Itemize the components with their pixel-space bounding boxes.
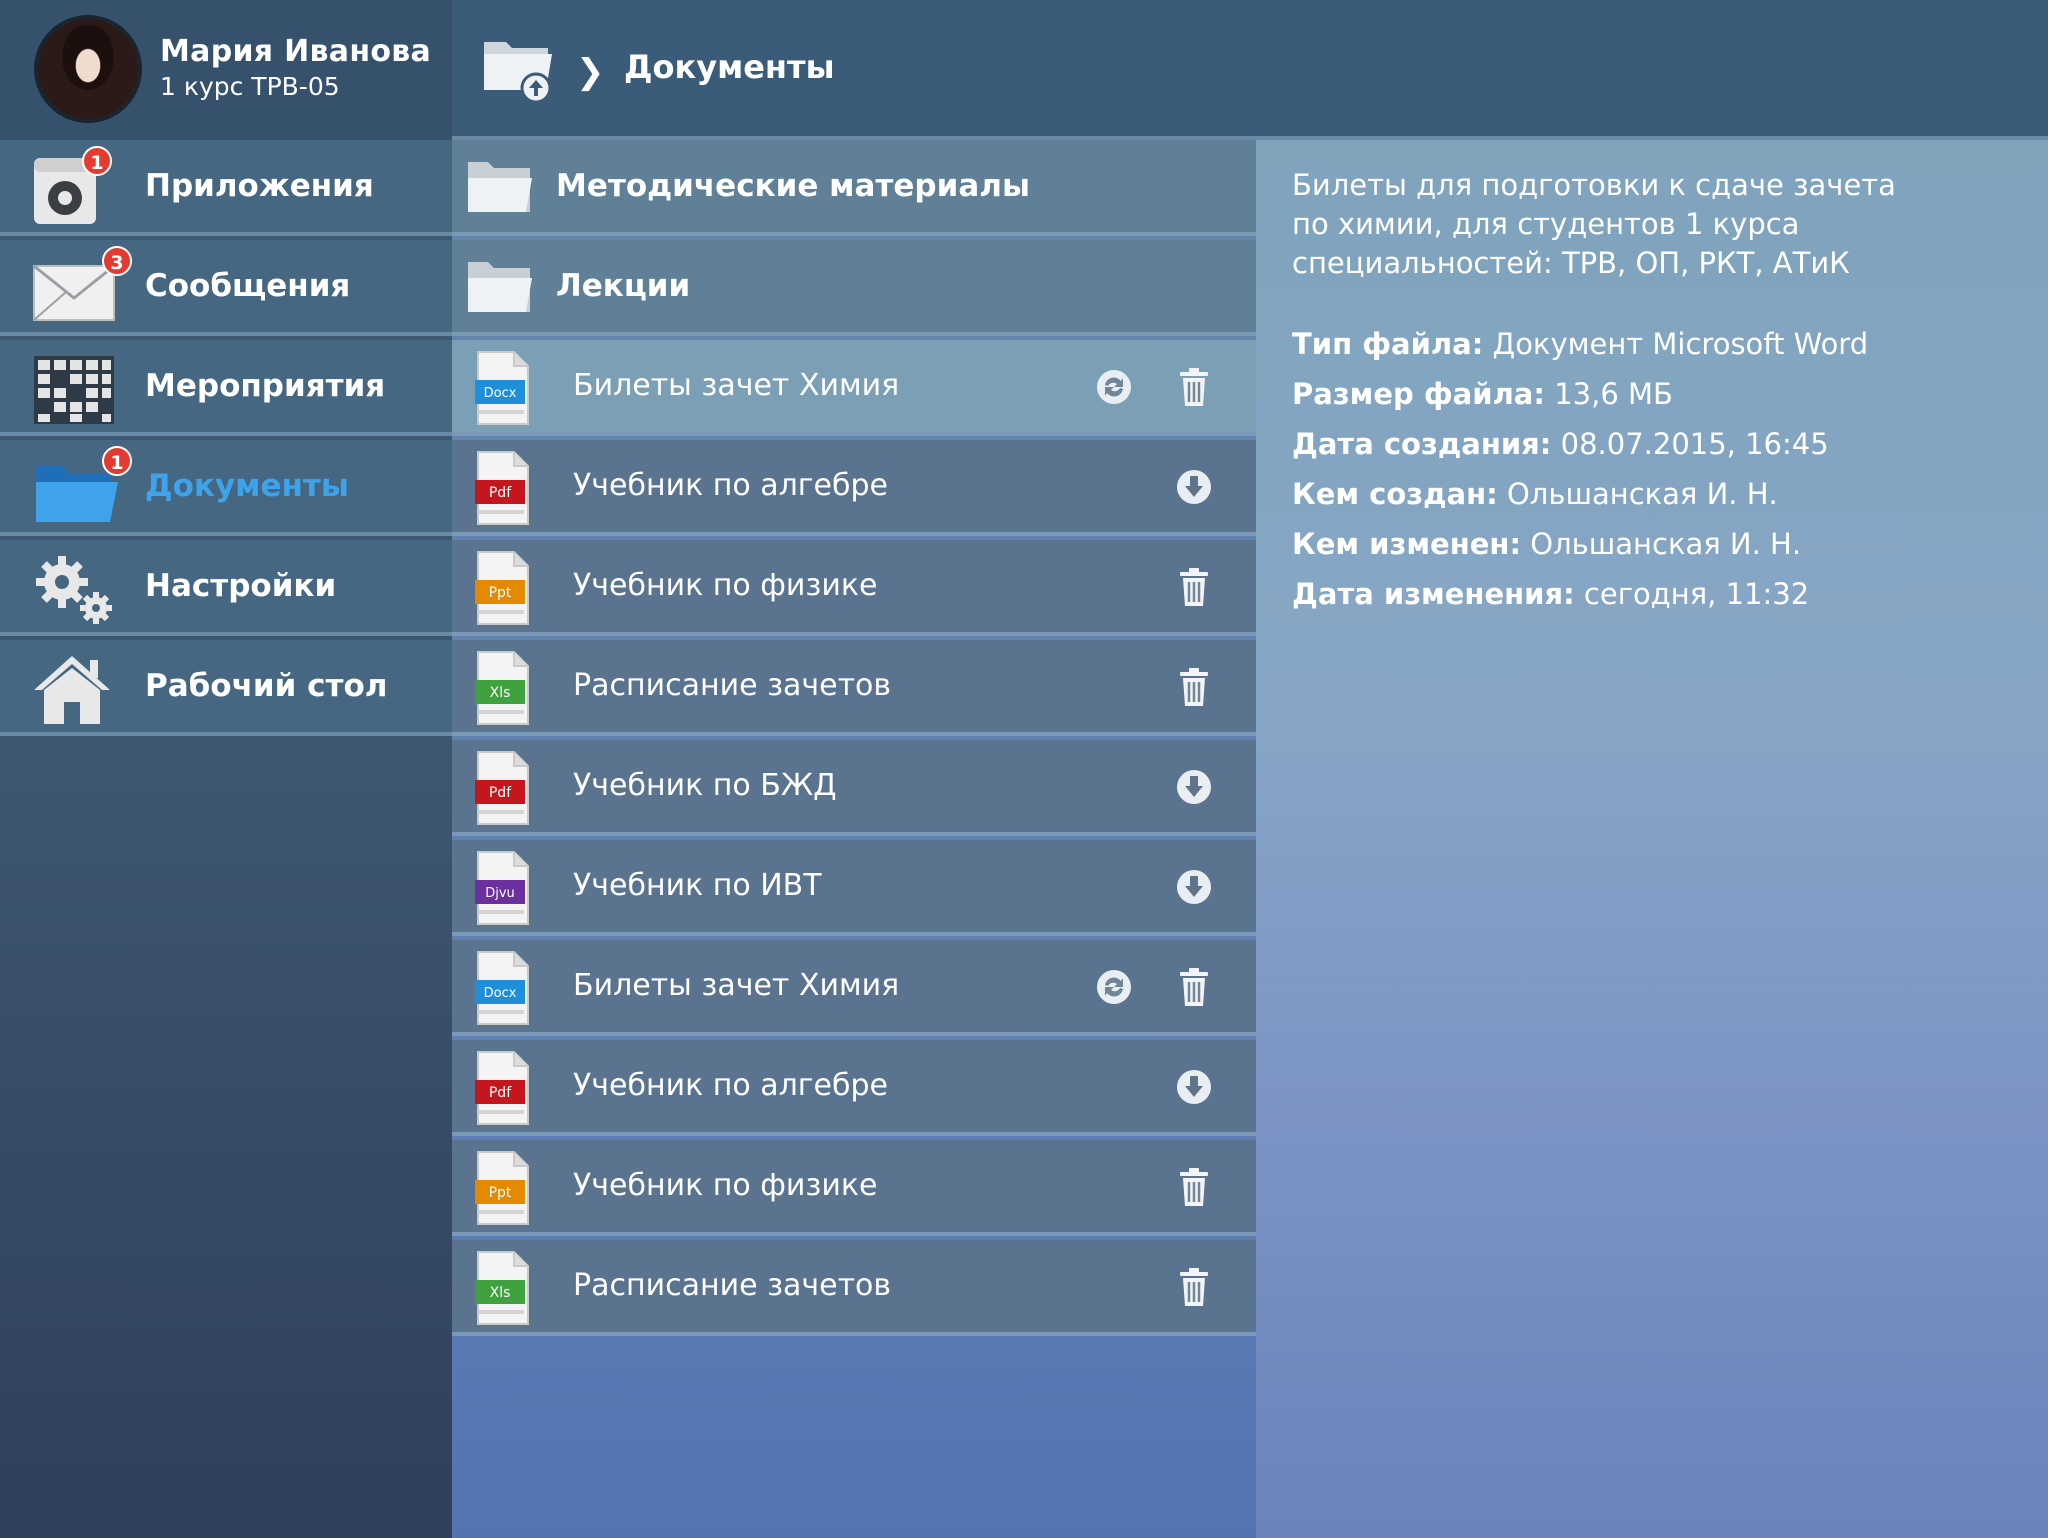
sidebar-item-label: Рабочий стол — [145, 668, 388, 704]
avatar — [34, 15, 142, 123]
user-group: 1 курс ТРВ-05 — [160, 72, 340, 101]
file-type-label: Pdf — [489, 785, 512, 801]
file-type-icon: Pdf — [475, 1051, 529, 1125]
sidebar-item-desktop[interactable]: Рабочий стол — [0, 640, 452, 736]
sidebar-item-label: Мероприятия — [145, 368, 386, 404]
file-type-icon: Pdf — [475, 751, 529, 825]
download-icon[interactable] — [1174, 766, 1214, 808]
file-name: Учебник по алгебре — [573, 468, 889, 503]
file-type-label: Ppt — [489, 585, 512, 601]
sidebar-item-documents[interactable]: 1 Документы — [0, 440, 452, 536]
property-file-type: Тип файла: Документ Microsoft Word — [1292, 327, 1869, 361]
badge-count: 1 — [102, 446, 132, 476]
file-row[interactable]: Pdf Учебник по алгебре — [452, 1040, 1256, 1136]
file-details-panel: Билеты для подготовки к сдаче зачета по … — [1256, 140, 2048, 1538]
file-name: Учебник по физике — [573, 568, 878, 603]
file-type-icon: Xls — [475, 1251, 529, 1325]
home-icon — [34, 656, 110, 724]
file-name: Учебник по алгебре — [573, 1068, 889, 1103]
file-row[interactable]: Xls Расписание зачетов — [452, 640, 1256, 736]
file-description: Билеты для подготовки к сдаче зачета по … — [1292, 168, 1896, 280]
folder-label: Лекции — [556, 268, 691, 304]
badge-count: 3 — [102, 246, 132, 276]
sidebar-item-label: Приложения — [145, 168, 374, 204]
file-type-icon: Djvu — [475, 851, 529, 925]
file-list: Методические материалы Лекции Docx Билеты… — [452, 140, 1256, 1538]
chevron-right-icon: ❯ — [576, 52, 605, 92]
file-type-icon: Pdf — [475, 451, 529, 525]
file-row[interactable]: Ppt Учебник по физике — [452, 540, 1256, 636]
file-type-label: Ppt — [489, 1185, 512, 1201]
property-created-by: Кем создан: Ольшанская И. Н. — [1292, 477, 1778, 511]
folder-row-methodical[interactable]: Методические материалы — [452, 140, 1256, 236]
file-row[interactable]: Xls Расписание зачетов — [452, 1240, 1256, 1336]
sidebar: Мария Иванова 1 курс ТРВ-05 1 Приложения… — [0, 0, 452, 1538]
sidebar-item-applications[interactable]: 1 Приложения — [0, 140, 452, 236]
download-icon[interactable] — [1174, 866, 1214, 908]
trash-icon[interactable] — [1174, 966, 1214, 1008]
file-type-label: Pdf — [489, 1085, 512, 1101]
file-type-label: Pdf — [489, 485, 512, 501]
sidebar-item-label: Документы — [145, 468, 349, 504]
download-icon[interactable] — [1174, 1066, 1214, 1108]
file-type-label: Xls — [490, 685, 511, 701]
sync-icon[interactable] — [1094, 966, 1134, 1008]
user-name: Мария Иванова — [160, 34, 432, 69]
file-type-icon: Xls — [475, 651, 529, 725]
sync-icon[interactable] — [1094, 366, 1134, 408]
badge-count: 1 — [82, 146, 112, 176]
calendar-grid-icon — [34, 356, 114, 424]
file-name: Учебник по физике — [573, 1168, 878, 1203]
property-file-size: Размер файла: 13,6 МБ — [1292, 377, 1673, 411]
trash-icon[interactable] — [1174, 566, 1214, 608]
sidebar-item-label: Настройки — [145, 568, 337, 604]
sidebar-item-messages[interactable]: 3 Сообщения — [0, 240, 452, 336]
gears-icon — [36, 556, 112, 624]
file-row[interactable]: Ppt Учебник по физике — [452, 1140, 1256, 1236]
trash-icon[interactable] — [1174, 1166, 1214, 1208]
file-name: Учебник по ИВТ — [573, 868, 822, 903]
sidebar-item-settings[interactable]: Настройки — [0, 540, 452, 636]
folder-icon — [468, 162, 532, 212]
folder-label: Методические материалы — [556, 168, 1030, 204]
file-type-label: Djvu — [485, 886, 515, 901]
file-row[interactable]: Pdf Учебник по алгебре — [452, 440, 1256, 536]
file-type-label: Xls — [490, 1285, 511, 1301]
file-row[interactable]: Docx Билеты зачет Химия — [452, 340, 1256, 436]
header-bar: ❯ Документы — [452, 0, 2048, 140]
file-type-icon: Ppt — [475, 1151, 529, 1225]
file-row[interactable]: Pdf Учебник по БЖД — [452, 740, 1256, 836]
file-name: Расписание зачетов — [573, 1268, 892, 1303]
property-created-date: Дата создания: 08.07.2015, 16:45 — [1292, 427, 1829, 461]
file-properties: Тип файла: Документ Microsoft Word Разме… — [1292, 319, 2048, 619]
property-modified-date: Дата изменения: сегодня, 11:32 — [1292, 577, 1810, 611]
breadcrumb[interactable]: Документы — [624, 48, 835, 86]
file-row[interactable]: Djvu Учебник по ИВТ — [452, 840, 1256, 936]
file-type-icon: Ppt — [475, 551, 529, 625]
trash-icon[interactable] — [1174, 666, 1214, 708]
file-name: Расписание зачетов — [573, 668, 892, 703]
file-row[interactable]: Docx Билеты зачет Химия — [452, 940, 1256, 1036]
user-profile[interactable]: Мария Иванова 1 курс ТРВ-05 — [0, 0, 452, 140]
file-type-label: Docx — [484, 986, 517, 1001]
file-type-icon: Docx — [475, 351, 529, 425]
file-type-icon: Docx — [475, 951, 529, 1025]
sidebar-item-events[interactable]: Мероприятия — [0, 340, 452, 436]
folder-up-icon[interactable] — [482, 36, 558, 104]
file-type-label: Docx — [484, 386, 517, 401]
download-icon[interactable] — [1174, 466, 1214, 508]
file-name: Учебник по БЖД — [573, 768, 837, 803]
file-name: Билеты зачет Химия — [573, 968, 900, 1003]
property-modified-by: Кем изменен: Ольшанская И. Н. — [1292, 527, 1802, 561]
folder-row-lectures[interactable]: Лекции — [452, 240, 1256, 336]
folder-icon — [468, 262, 532, 312]
file-name: Билеты зачет Химия — [573, 368, 900, 403]
sidebar-item-label: Сообщения — [145, 268, 351, 304]
trash-icon[interactable] — [1174, 1266, 1214, 1308]
trash-icon[interactable] — [1174, 366, 1214, 408]
